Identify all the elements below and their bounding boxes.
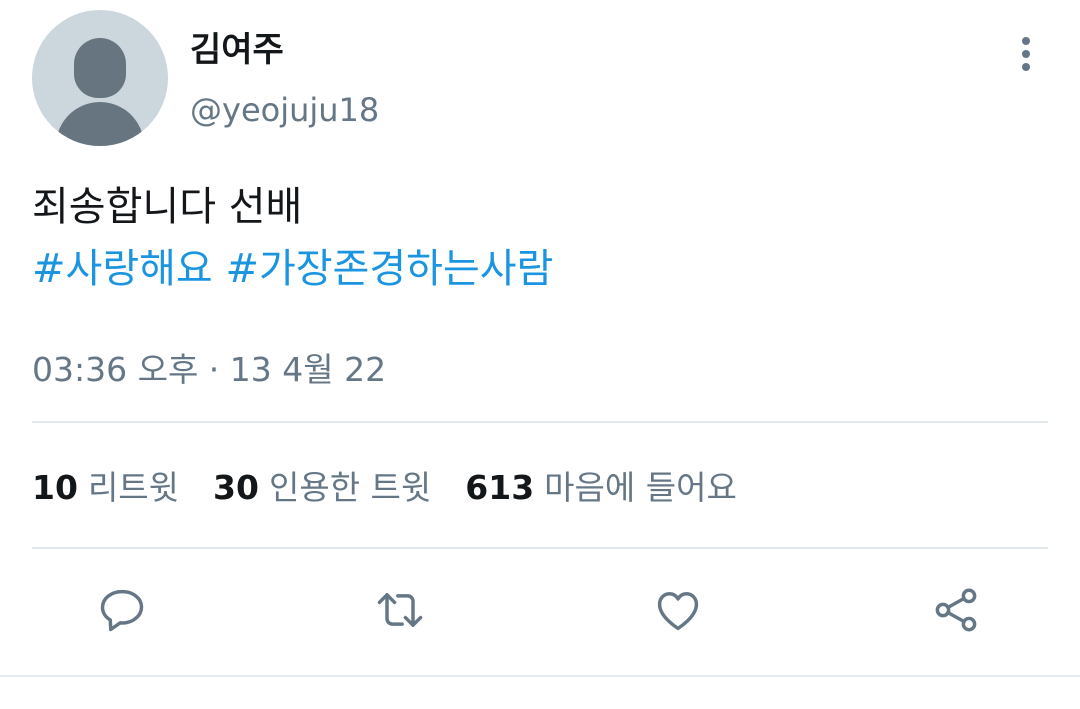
- hashtag-link[interactable]: #사랑해요: [32, 246, 213, 292]
- retweet-button[interactable]: [370, 580, 430, 640]
- more-vertical-icon: [1022, 37, 1030, 71]
- reply-icon: [100, 589, 144, 632]
- avatar-head-shape: [74, 38, 126, 98]
- retweet-count-stat[interactable]: 10 리트윗: [32, 466, 179, 510]
- tweet-actions-bar: [32, 580, 1048, 640]
- quote-count: 30: [213, 468, 259, 507]
- author-handle[interactable]: @yeojuju18: [190, 90, 379, 130]
- like-label: 마음에 들어요: [544, 468, 737, 507]
- tweet-timestamp[interactable]: 03:36 오후 · 13 4월 22: [32, 348, 386, 392]
- tweet-header: 김여주 @yeojuju18: [32, 10, 1048, 150]
- divider: [32, 421, 1048, 423]
- tweet-text-line: 죄송합니다 선배: [32, 184, 303, 230]
- quote-label: 인용한 트윗: [268, 468, 432, 507]
- tweet-stats: 10 리트윗 30 인용한 트윗 613 마음에 들어요: [32, 466, 771, 510]
- share-icon: [935, 588, 977, 632]
- tweet-text: 죄송합니다 선배 #사랑해요 #가장존경하는사람: [32, 176, 1048, 300]
- retweet-icon: [377, 593, 423, 627]
- hashtag-link[interactable]: #가장존경하는사람: [225, 246, 553, 292]
- avatar[interactable]: [32, 10, 168, 146]
- like-count-stat[interactable]: 613 마음에 들어요: [465, 466, 737, 510]
- bottom-divider: [0, 675, 1080, 677]
- retweet-count: 10: [32, 468, 78, 507]
- quote-count-stat[interactable]: 30 인용한 트윗: [213, 466, 431, 510]
- reply-button[interactable]: [92, 580, 152, 640]
- heart-icon: [657, 592, 699, 631]
- like-button[interactable]: [648, 580, 708, 640]
- like-count: 613: [465, 468, 535, 507]
- hashtag-line: #사랑해요 #가장존경하는사람: [32, 238, 1048, 300]
- avatar-body-shape: [56, 102, 144, 146]
- divider: [32, 547, 1048, 549]
- author-display-name[interactable]: 김여주: [190, 30, 284, 70]
- more-options-button[interactable]: [1008, 32, 1044, 76]
- retweet-label: 리트윗: [87, 468, 180, 507]
- share-button[interactable]: [926, 580, 986, 640]
